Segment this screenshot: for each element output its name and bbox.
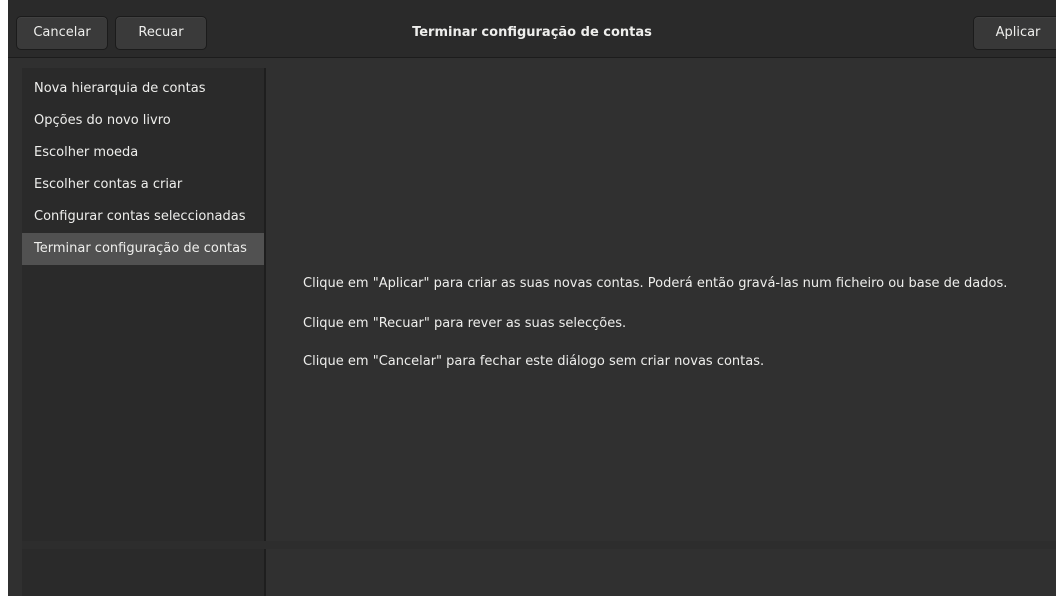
cancel-button[interactable]: Cancelar — [16, 16, 108, 50]
steps-list: Nova hierarquia de contas Opções do novo… — [22, 68, 264, 265]
footer-divider — [22, 541, 1056, 549]
assistant-window: Cancelar Recuar Terminar configuração de… — [8, 0, 1056, 596]
back-button[interactable]: Recuar — [115, 16, 207, 50]
cancel-instruction-text: Clique em "Cancelar" para fechar este di… — [303, 354, 765, 369]
sidebar-item-book-options[interactable]: Opções do novo livro — [22, 105, 264, 137]
window-title: Terminar configuração de contas — [412, 25, 652, 40]
main-content: Clique em "Aplicar" para criar as suas n… — [266, 68, 1056, 596]
sidebar-item-choose-accounts[interactable]: Escolher contas a criar — [22, 169, 264, 201]
apply-instruction-text: Clique em "Aplicar" para criar as suas n… — [303, 276, 1008, 291]
sidebar-item-configure-accounts[interactable]: Configurar contas seleccionadas — [22, 201, 264, 233]
sidebar-item-finish-setup[interactable]: Terminar configuração de contas — [22, 233, 264, 265]
sidebar-item-choose-currency[interactable]: Escolher moeda — [22, 137, 264, 169]
sidebar-item-new-hierarchy[interactable]: Nova hierarquia de contas — [22, 73, 264, 105]
header-bar: Cancelar Recuar Terminar configuração de… — [8, 0, 1056, 58]
back-instruction-text: Clique em "Recuar" para rever as suas se… — [303, 316, 627, 331]
apply-button[interactable]: Aplicar — [973, 16, 1056, 50]
steps-sidebar: Nova hierarquia de contas Opções do novo… — [22, 68, 266, 596]
